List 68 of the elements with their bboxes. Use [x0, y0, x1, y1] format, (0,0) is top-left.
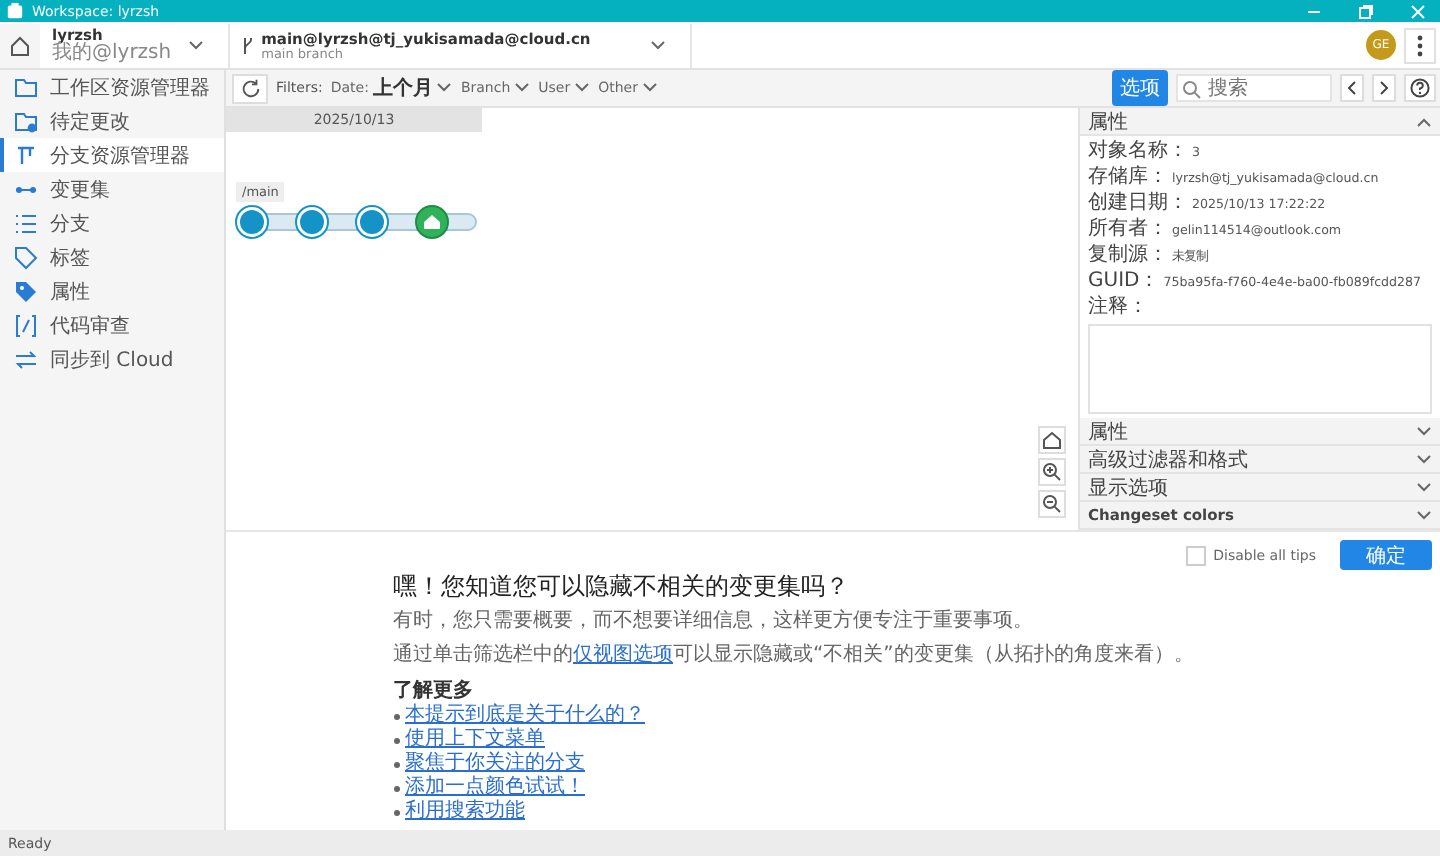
bullet-icon	[393, 809, 399, 815]
refresh-button[interactable]	[232, 73, 268, 103]
tip-text: 有时，您只需要概要，而不想要详细信息，这样更方便专注于重要事项。	[393, 608, 1035, 634]
comment-label: 注释：	[1088, 296, 1150, 322]
comment-field[interactable]	[1088, 324, 1432, 414]
section-header[interactable]: 属性	[1080, 108, 1440, 136]
tip-title: 嘿！您知道您可以隐藏不相关的变更集吗？	[393, 570, 851, 604]
chevron-down-icon	[650, 39, 667, 51]
branch-icon	[241, 37, 254, 53]
bullet-icon	[393, 713, 399, 719]
sidebar-item[interactable]: 标签	[0, 240, 224, 274]
chevron-up-icon	[1416, 115, 1432, 127]
pending-icon	[14, 109, 38, 133]
chevron-down-icon	[514, 82, 531, 94]
chevron-down-icon	[436, 82, 453, 94]
sync-icon	[14, 347, 38, 371]
ok-button[interactable]: 确定	[1340, 540, 1432, 570]
section-header[interactable]: 显示选项	[1080, 474, 1440, 502]
bullet-icon	[393, 785, 399, 791]
close-icon	[1410, 3, 1426, 19]
help-link[interactable]: 添加一点颜色试试！	[405, 776, 585, 800]
refresh-icon	[239, 77, 261, 99]
view-options-link[interactable]: 仅视图选项	[573, 644, 673, 666]
options-button[interactable]: 选项	[1112, 70, 1168, 106]
help-link[interactable]: 聚焦于你关注的分支	[405, 752, 585, 776]
sidebar-item[interactable]: 属性	[0, 274, 224, 308]
chevron-down-icon	[642, 82, 658, 94]
bullet-icon	[393, 737, 399, 743]
menu-button[interactable]	[1404, 27, 1436, 63]
home-button[interactable]	[0, 23, 40, 67]
help-link[interactable]: 使用上下文菜单	[405, 728, 545, 752]
zoom-in-button[interactable]	[1038, 458, 1066, 486]
code-icon	[14, 313, 38, 337]
sidebar-item[interactable]: 工作区资源管理器	[0, 70, 224, 104]
app-icon	[6, 2, 24, 20]
help-icon	[1410, 78, 1430, 98]
list-icon	[14, 211, 38, 235]
folder-icon	[14, 75, 38, 99]
branch-icon	[14, 143, 38, 167]
more-icon	[1416, 33, 1424, 57]
chevron-down-icon	[574, 82, 591, 94]
bullet-icon	[393, 761, 399, 767]
home-icon	[8, 33, 32, 57]
sidebar-item[interactable]: 同步到 Cloud	[0, 342, 224, 376]
section-header[interactable]: 属性	[1080, 418, 1440, 446]
zoom-out-button[interactable]	[1038, 490, 1066, 518]
sidebar-item[interactable]: 变更集	[0, 172, 224, 206]
zoom-in-icon	[1042, 462, 1062, 482]
chevron-left-icon	[1346, 80, 1358, 96]
zoom-out-icon	[1042, 494, 1062, 514]
chevron-down-icon	[187, 39, 204, 51]
home-view-button[interactable]	[1038, 426, 1066, 454]
help-link[interactable]: 本提示到底是关于什么的？	[405, 704, 645, 728]
home-icon	[1042, 430, 1062, 450]
learn-more-heading: 了解更多	[393, 680, 475, 703]
previous-button[interactable]	[1340, 74, 1364, 102]
chevron-right-icon	[1378, 80, 1390, 96]
search-field[interactable]: 搜索	[1176, 74, 1332, 102]
section-header[interactable]: 高级过滤器和格式	[1080, 446, 1440, 474]
help-link[interactable]: 利用搜索功能	[405, 800, 525, 824]
sidebar-item[interactable]: 分支资源管理器	[0, 138, 224, 172]
sidebar-item[interactable]: 分支	[0, 206, 224, 240]
help-button[interactable]	[1404, 74, 1436, 102]
sidebar-item[interactable]: 代码审查	[0, 308, 224, 342]
tip-text: 通过单击筛选栏中的仅视图选项可以显示隐藏或“不相关”的变更集（从拓扑的角度来看）。	[393, 642, 1196, 668]
sidebar-item[interactable]: 待定更改	[0, 104, 224, 138]
next-button[interactable]	[1372, 74, 1396, 102]
tag-icon	[14, 245, 38, 269]
